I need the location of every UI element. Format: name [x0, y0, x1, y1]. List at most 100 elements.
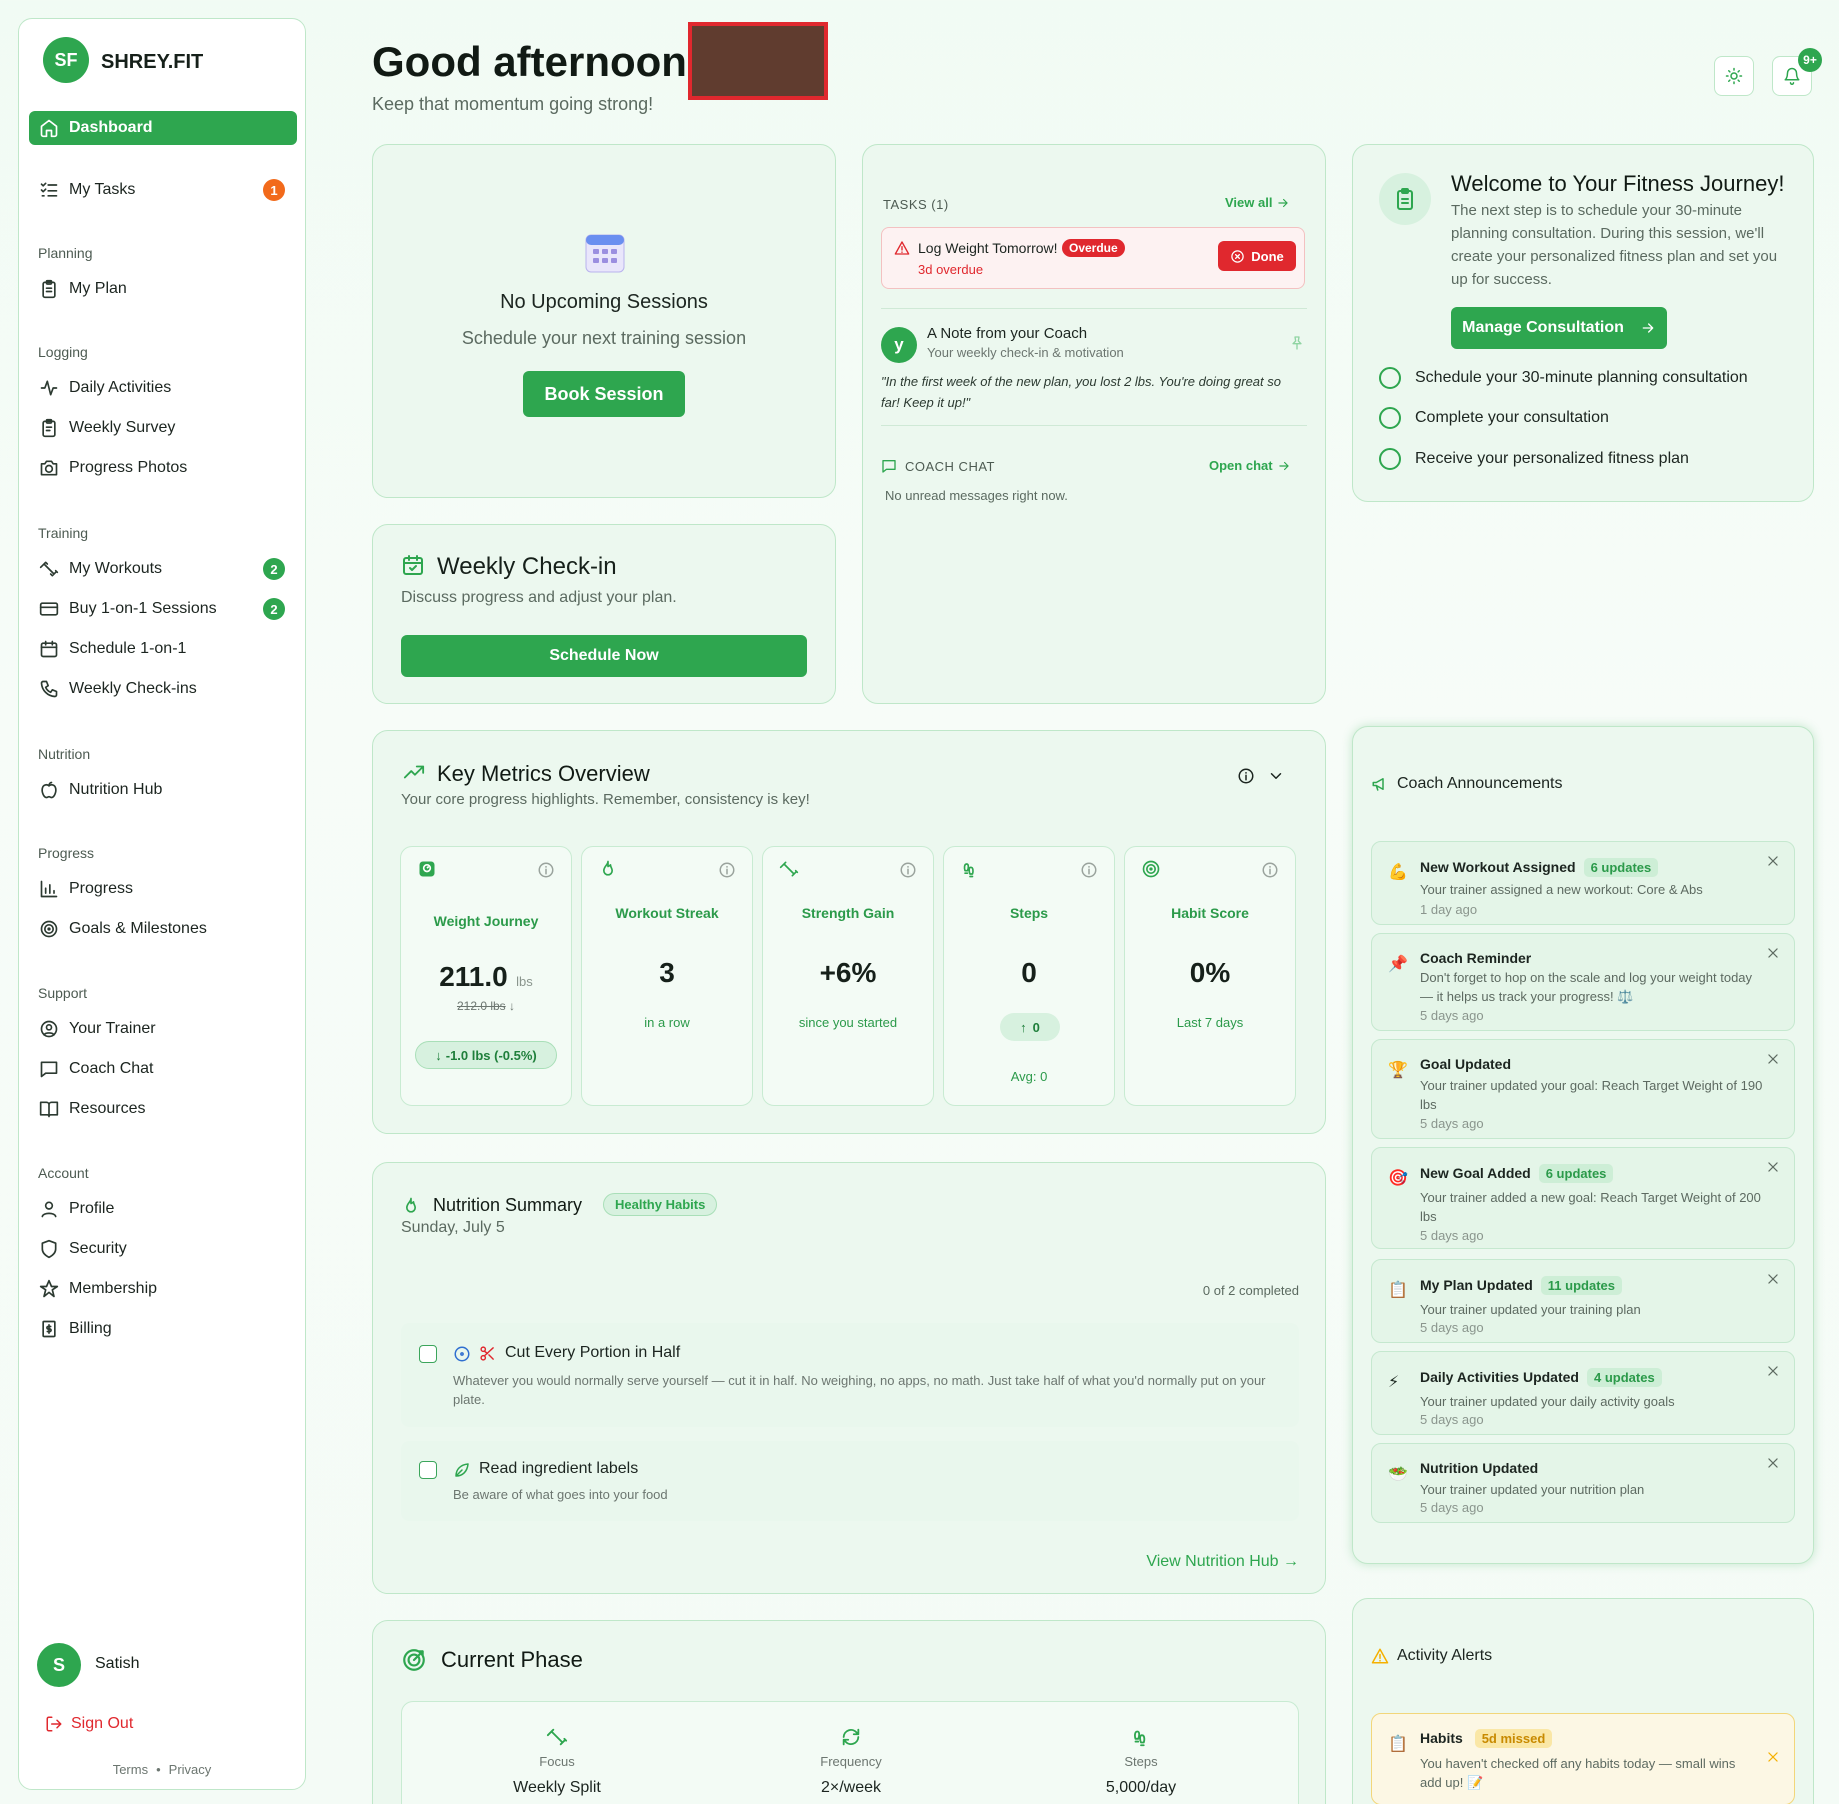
theme-toggle-button[interactable]	[1714, 56, 1754, 96]
announcement-item[interactable]: 🏆 Goal Updated Your trainer updated your…	[1371, 1039, 1795, 1139]
open-chat-link[interactable]: Open chat	[1209, 458, 1291, 473]
close-icon[interactable]	[1766, 1052, 1780, 1066]
announcement-item[interactable]: 📌 Coach Reminder Don't forget to hop on …	[1371, 933, 1795, 1031]
metric-weight-journey[interactable]: Weight Journey 211.0 lbs 212.0 lbs ↓ ↓ -…	[400, 846, 572, 1106]
sidebar-item-goals[interactable]: Goals & Milestones	[29, 912, 297, 946]
info-icon[interactable]	[1261, 861, 1279, 879]
salad-icon: 🥗	[1388, 1466, 1408, 1483]
close-icon[interactable]	[1766, 1750, 1780, 1764]
scissors-icon	[479, 1345, 496, 1362]
user-name: Satish	[95, 1655, 140, 1672]
star-icon	[39, 1279, 59, 1299]
x-circle-icon	[1230, 249, 1245, 264]
sidebar-item-my-workouts[interactable]: My Workouts 2	[29, 552, 297, 586]
sidebar-item-daily-activities[interactable]: Daily Activities	[29, 371, 297, 405]
sidebar-item-progress-photos[interactable]: Progress Photos	[29, 451, 297, 485]
brand-logo[interactable]: SF	[43, 37, 89, 83]
announcement-title: Daily Activities Updated 4 updates	[1420, 1368, 1662, 1387]
announcement-item[interactable]: 🎯 New Goal Added 6 updates Your trainer a…	[1371, 1147, 1795, 1249]
user-icon	[39, 1199, 59, 1219]
updates-badge: 6 updates	[1538, 1164, 1614, 1183]
manage-consultation-button[interactable]: Manage Consultation	[1451, 307, 1667, 349]
trending-up-icon	[401, 761, 427, 783]
sidebar-item-buy-sessions[interactable]: Buy 1-on-1 Sessions 2	[29, 592, 297, 626]
sign-out-button[interactable]: Sign Out	[45, 1715, 133, 1733]
sidebar-item-membership[interactable]: Membership	[29, 1272, 297, 1306]
user-avatar[interactable]: S	[37, 1643, 81, 1687]
close-icon[interactable]	[1766, 946, 1780, 960]
step-circle-icon	[1379, 407, 1401, 429]
metric-strength-gain[interactable]: Strength Gain +6% since you started	[762, 846, 934, 1106]
announcement-title-text: New Workout Assigned	[1420, 859, 1576, 875]
announcement-title-text: My Plan Updated	[1420, 1277, 1533, 1293]
sidebar-item-billing[interactable]: Billing	[29, 1312, 297, 1346]
done-button[interactable]: Done	[1218, 241, 1296, 271]
habit-checkbox[interactable]	[419, 1345, 437, 1363]
sidebar-item-nutrition-hub[interactable]: Nutrition Hub	[29, 773, 297, 807]
schedule-now-button[interactable]: Schedule Now	[401, 635, 807, 677]
sidebar-item-my-plan[interactable]: My Plan	[29, 272, 297, 306]
info-icon[interactable]	[899, 861, 917, 879]
sidebar-item-coach-chat[interactable]: Coach Chat	[29, 1052, 297, 1086]
info-icon[interactable]	[1237, 767, 1255, 785]
close-icon[interactable]	[1766, 1364, 1780, 1378]
close-icon[interactable]	[1766, 1456, 1780, 1470]
sidebar-item-your-trainer[interactable]: Your Trainer	[29, 1012, 297, 1046]
home-icon	[39, 118, 59, 138]
announcement-title-text: Coach Reminder	[1420, 950, 1532, 966]
alert-item[interactable]: 📋 Habits 5d missed You haven't checked o…	[1371, 1713, 1795, 1804]
sidebar-item-label: Progress Photos	[69, 459, 188, 476]
coach-announcements-card: Coach Announcements 💪 New Workout Assign…	[1352, 726, 1814, 1564]
checkin-title: Weekly Check-in	[437, 553, 617, 580]
privacy-link[interactable]: Privacy	[169, 1762, 212, 1777]
habit-checkbox[interactable]	[419, 1461, 437, 1479]
announcement-item[interactable]: 💪 New Workout Assigned 6 updates Your tra…	[1371, 841, 1795, 925]
chevron-down-icon[interactable]	[1267, 767, 1285, 785]
clipboard-icon: 📋	[1388, 1736, 1408, 1753]
overdue-task-row[interactable]: Log Weight Tomorrow! Overdue 3d overdue …	[881, 227, 1305, 289]
book-open-icon	[39, 1099, 59, 1119]
sidebar-item-label: Weekly Survey	[69, 419, 176, 436]
info-icon[interactable]	[718, 861, 736, 879]
announcement-text: Your trainer updated your training plan	[1420, 1302, 1641, 1317]
view-all-link[interactable]: View all	[1225, 195, 1290, 210]
book-session-button[interactable]: Book Session	[523, 371, 685, 417]
sidebar-item-weekly-survey[interactable]: Weekly Survey	[29, 411, 297, 445]
info-icon[interactable]	[1080, 861, 1098, 879]
announcement-item[interactable]: 📋 My Plan Updated 11 updates Your trainer…	[1371, 1259, 1795, 1343]
sidebar-item-label: Profile	[69, 1200, 115, 1217]
info-icon[interactable]	[537, 861, 555, 879]
sidebar-item-schedule-1on1[interactable]: Schedule 1-on-1	[29, 632, 297, 666]
steps-change-chip: ↑ 0	[1000, 1013, 1060, 1041]
sidebar-item-label: Resources	[69, 1100, 146, 1117]
sidebar-item-my-tasks[interactable]: My Tasks 1	[29, 173, 297, 207]
view-nutrition-hub-link[interactable]: View Nutrition Hub →	[1146, 1553, 1299, 1571]
sidebar-item-resources[interactable]: Resources	[29, 1092, 297, 1126]
sidebar-item-security[interactable]: Security	[29, 1232, 297, 1266]
announcement-title-text: Daily Activities Updated	[1420, 1369, 1579, 1385]
metric-steps[interactable]: Steps 0 ↑ 0 Avg: 0	[943, 846, 1115, 1106]
sessions-title: No Upcoming Sessions	[500, 291, 708, 313]
announcement-text: Your trainer updated your goal: Reach Ta…	[1420, 1078, 1763, 1112]
metric-habit-score[interactable]: Habit Score 0% Last 7 days	[1124, 846, 1296, 1106]
healthy-habits-badge: Healthy Habits	[603, 1193, 718, 1216]
phase-item-focus: Focus Weekly Split	[442, 1726, 672, 1797]
brand-name[interactable]: SHREY.FIT	[101, 51, 203, 74]
metric-value: 211.0	[439, 961, 508, 992]
phase-item-label: Focus	[539, 1754, 575, 1769]
sidebar-item-progress[interactable]: Progress	[29, 872, 297, 906]
clipboard-list-icon	[39, 418, 59, 438]
close-icon[interactable]	[1766, 854, 1780, 868]
sidebar-item-dashboard[interactable]: Dashboard	[29, 111, 297, 145]
terms-link[interactable]: Terms	[113, 1762, 148, 1777]
announcement-time: 5 days ago	[1420, 1412, 1484, 1427]
welcome-title: Welcome to Your Fitness Journey!	[1451, 171, 1785, 196]
sidebar-item-weekly-checkins[interactable]: Weekly Check-ins	[29, 672, 297, 706]
announcement-item[interactable]: ⚡ Daily Activities Updated 4 updates Your…	[1371, 1351, 1795, 1435]
pin-icon[interactable]	[1289, 335, 1305, 351]
sidebar-item-profile[interactable]: Profile	[29, 1192, 297, 1226]
close-icon[interactable]	[1766, 1272, 1780, 1286]
close-icon[interactable]	[1766, 1160, 1780, 1174]
metric-workout-streak[interactable]: Workout Streak 3 in a row	[581, 846, 753, 1106]
announcement-item[interactable]: 🥗 Nutrition Updated Your trainer updated…	[1371, 1443, 1795, 1523]
